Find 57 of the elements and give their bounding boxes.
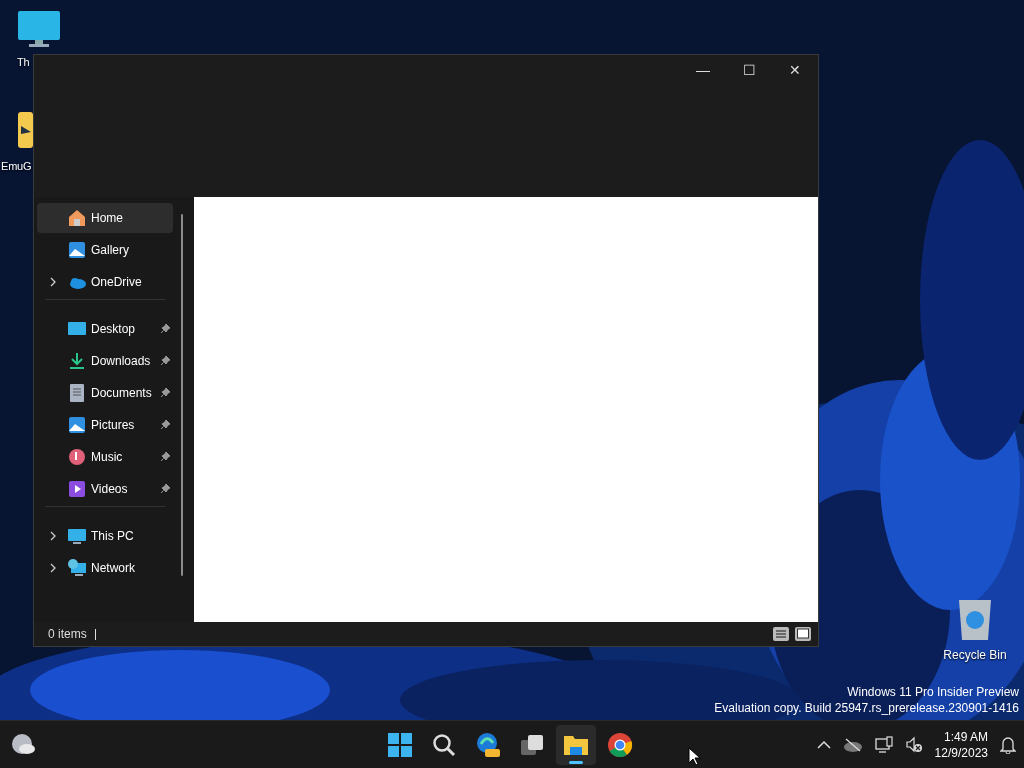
browser-icon (475, 732, 501, 758)
sidebar-item[interactable]: Desktop (37, 314, 173, 344)
browser-icon (607, 732, 633, 758)
details-view-icon[interactable] (772, 626, 790, 642)
icon-label: Th (17, 55, 30, 70)
notification-bell-icon[interactable] (1000, 736, 1016, 754)
picture-icon (67, 415, 87, 435)
sidebar-item[interactable]: OneDrive (37, 267, 173, 297)
app-icon (17, 112, 33, 148)
sidebar-item[interactable]: This PC (37, 521, 173, 551)
chevron-up-icon[interactable] (816, 740, 831, 750)
pin-icon[interactable] (160, 387, 171, 398)
pin-icon[interactable] (160, 355, 171, 366)
icon-label: Recycle Bin (943, 647, 1007, 664)
pin-icon[interactable] (160, 483, 171, 494)
expand-chevron-icon[interactable] (48, 277, 58, 287)
sidebar-item[interactable]: Gallery (37, 235, 173, 265)
document-icon (67, 383, 87, 403)
sidebar-item[interactable]: Documents (37, 378, 173, 408)
minimize-button[interactable]: — (680, 55, 726, 85)
cloud-off-icon[interactable] (842, 738, 863, 752)
scrollbar[interactable] (181, 214, 183, 576)
sidebar-item[interactable]: Pictures (37, 410, 173, 440)
icon-label: EmuG (1, 159, 32, 174)
sidebar-item[interactable]: Downloads (37, 346, 173, 376)
taskbar-button[interactable] (556, 725, 596, 765)
sidebar-item[interactable]: Home (37, 203, 173, 233)
folder-icon (563, 733, 589, 757)
item-count: 0 items (48, 626, 87, 643)
home-icon (67, 208, 87, 228)
mouse-cursor-icon (688, 747, 700, 766)
sidebar-item[interactable]: Videos (37, 474, 173, 504)
expand-chevron-icon[interactable] (48, 563, 58, 573)
close-button[interactable]: ✕ (772, 55, 818, 85)
pin-icon[interactable] (160, 323, 171, 334)
gallery-icon (67, 240, 87, 260)
pin-icon[interactable] (160, 451, 171, 462)
pin-icon[interactable] (160, 419, 171, 430)
music-icon (67, 447, 87, 467)
watermark-text: Windows 11 Pro Insider Preview (846, 684, 1019, 700)
video-icon (67, 479, 87, 499)
windows-logo-icon (388, 733, 412, 757)
volume-muted-icon[interactable] (904, 736, 923, 754)
maximize-button[interactable]: ☐ (726, 55, 772, 85)
network-icon (67, 558, 87, 578)
watermark-text: Evaluation copy. Build 25947.rs_prerelease.230901-1416 (714, 700, 1019, 716)
search-icon (432, 733, 456, 757)
clock[interactable]: 1:49 AM 12/9/2023 (934, 729, 988, 761)
expand-chevron-icon[interactable] (48, 531, 58, 541)
large-icons-view-icon[interactable] (794, 626, 812, 642)
computer-icon (17, 10, 61, 50)
sidebar-item[interactable]: Music (37, 442, 173, 472)
computer-icon (67, 526, 87, 546)
network-icon[interactable] (874, 736, 893, 754)
download-icon (67, 351, 87, 371)
sidebar-item[interactable]: Network (37, 553, 173, 583)
task-view-icon (520, 733, 544, 757)
